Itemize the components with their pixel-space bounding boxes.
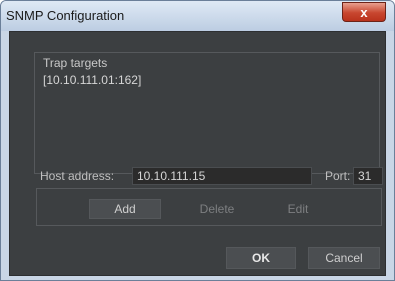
trap-targets-panel: Trap targets [10.10.111.01:162] (34, 52, 380, 174)
close-icon: x (360, 4, 368, 20)
snmp-configuration-dialog: SNMP Configuration x Trap targets [10.10… (0, 0, 395, 281)
port-input[interactable]: 31 (353, 167, 383, 185)
close-button[interactable]: x (342, 2, 386, 22)
edit-button[interactable]: Edit (273, 199, 323, 219)
add-button[interactable]: Add (89, 199, 161, 219)
host-address-label: Host address: (40, 169, 115, 183)
trap-actions-panel: Add Delete Edit (36, 188, 382, 226)
trap-target-item[interactable]: [10.10.111.01:162] (43, 72, 373, 88)
trap-targets-label: Trap targets (43, 56, 108, 70)
port-label: Port: (325, 169, 351, 183)
cancel-button[interactable]: Cancel (308, 247, 380, 269)
trap-targets-list[interactable]: [10.10.111.01:162] (43, 72, 373, 168)
ok-button[interactable]: OK (226, 247, 296, 269)
delete-button[interactable]: Delete (187, 199, 247, 219)
host-address-input[interactable]: 10.10.111.15 (132, 167, 312, 185)
window-title: SNMP Configuration (6, 8, 125, 23)
host-row: Host address: 10.10.111.15 Port: 31 (40, 167, 385, 185)
title-bar[interactable]: SNMP Configuration x (1, 1, 394, 31)
dialog-content: Trap targets [10.10.111.01:162] Host add… (9, 31, 386, 276)
